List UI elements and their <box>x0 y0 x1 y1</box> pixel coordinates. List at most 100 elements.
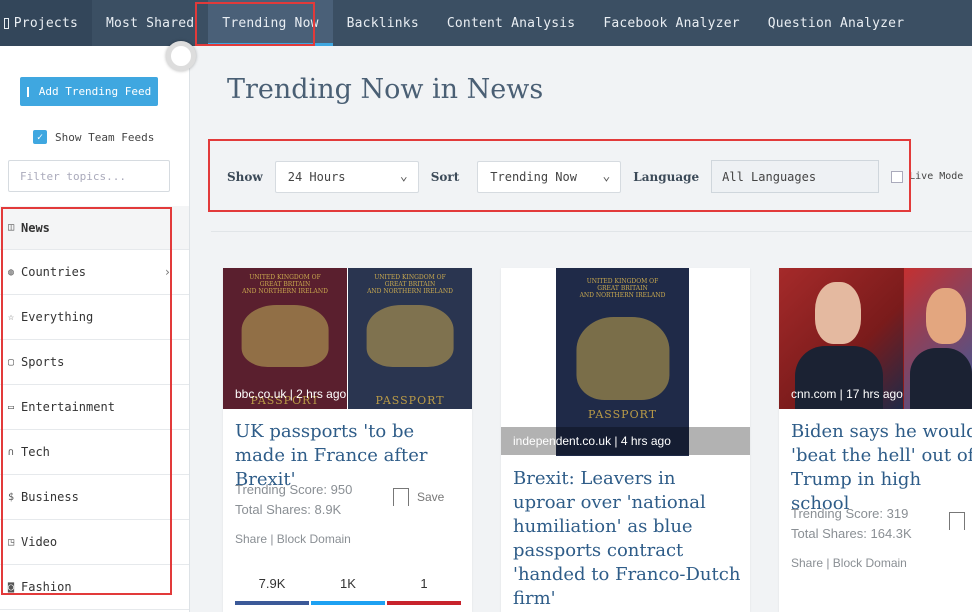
share-stats: 7.9K 1K 1 <box>235 576 463 605</box>
source-text: independent.co.uk | 4 hrs ago <box>513 434 671 448</box>
nav-most-shared[interactable]: Most Shared <box>92 0 208 46</box>
topic-fashion[interactable]: ◙ Fashion <box>0 565 189 610</box>
share-links[interactable]: Share | Block Domain <box>791 556 907 570</box>
book-icon: ◫ <box>7 222 15 233</box>
article-card[interactable]: UNITED KINGDOM OF GREAT BRITAIN AND NORTHE… <box>501 268 750 612</box>
total-shares: Total Shares: 8.9K <box>235 502 342 517</box>
live-mode-checkbox[interactable] <box>891 170 904 183</box>
total-shares: Total Shares: 164.3K <box>791 526 912 541</box>
topic-label: Tech <box>21 445 50 459</box>
main-content: Trending Now in News Show 24 Hours ⌄ Sor… <box>191 46 972 612</box>
sort-value: Trending Now <box>490 169 577 184</box>
chevron-down-icon: ⌄ <box>399 169 408 184</box>
crest-icon <box>241 304 329 367</box>
top-nav: Projects Most Shared Trending Now Backli… <box>0 0 972 46</box>
page-title: Trending Now in News <box>227 74 544 105</box>
pinterest-count: 1 <box>420 576 428 591</box>
topic-label: Fashion <box>21 580 72 594</box>
article-card[interactable]: cnn.com | 17 hrs ago Biden says he would… <box>779 268 972 612</box>
source-text: bbc.co.uk | 2 hrs ago <box>235 387 347 401</box>
bookmark-icon <box>949 512 965 530</box>
topic-countries[interactable]: ◍ Countries › <box>0 250 189 295</box>
dollar-icon: $ <box>7 491 15 503</box>
nav-trending-now[interactable]: Trending Now <box>208 0 333 46</box>
topic-label: Sports <box>21 355 65 369</box>
tv-icon: ▭ <box>7 401 15 413</box>
topic-list: ◫ News ◍ Countries › ☆ Everything ▢ Spor… <box>0 206 189 610</box>
camera-icon: ◙ <box>7 581 15 593</box>
topic-label: Countries <box>21 265 87 279</box>
nav-backlinks[interactable]: Backlinks <box>333 0 433 46</box>
twitter-bar <box>311 601 385 605</box>
language-label: Language <box>633 169 700 184</box>
chevron-right-icon: › <box>163 265 171 279</box>
language-input[interactable]: All Languages <box>711 160 880 193</box>
headphones-icon: ∩ <box>7 446 15 458</box>
passport-header-text: UNITED KINGDOM OF GREAT BRITAIN AND NORTHE… <box>242 274 328 295</box>
add-trending-feed-button[interactable]: Add Trending Feed <box>20 77 158 106</box>
ball-icon: ▢ <box>7 356 15 368</box>
trending-score: Trending Score: 319 <box>791 506 909 521</box>
sort-select[interactable]: Trending Now ⌄ <box>477 160 622 193</box>
passport-header-text: UNITED KINGDOM OF GREAT BRITAIN AND NORTHE… <box>367 274 453 295</box>
twitter-stat: 1K <box>311 576 385 605</box>
pinterest-stat: 1 <box>387 576 461 605</box>
face-shape <box>815 282 861 344</box>
save-button[interactable]: Save <box>393 488 444 506</box>
video-icon: ◳ <box>7 536 15 548</box>
topic-label: Business <box>21 490 79 504</box>
source-overlay: cnn.com | 17 hrs ago <box>779 380 972 408</box>
star-icon: ☆ <box>7 311 15 323</box>
twitter-count: 1K <box>340 576 356 591</box>
article-image[interactable]: cnn.com | 17 hrs ago <box>779 268 972 409</box>
show-select[interactable]: 24 Hours ⌄ <box>274 160 419 193</box>
facebook-bar <box>235 601 309 605</box>
article-card[interactable]: UNITED KINGDOM OF GREAT BRITAIN AND NORTHE… <box>223 268 472 612</box>
nav-content-analysis[interactable]: Content Analysis <box>433 0 589 46</box>
topic-label: Video <box>21 535 58 549</box>
nav-facebook-analyzer[interactable]: Facebook Analyzer <box>589 0 753 46</box>
source-overlay: independent.co.uk | 4 hrs ago <box>501 427 750 455</box>
sort-label: Sort <box>430 169 460 184</box>
show-team-feeds-label: Show Team Feeds <box>55 130 155 144</box>
plus-icon <box>26 86 29 97</box>
show-value: 24 Hours <box>287 169 346 184</box>
nav-projects[interactable]: Projects <box>0 0 92 46</box>
bookmark-icon <box>393 488 409 506</box>
globe-icon: ◍ <box>7 266 15 278</box>
article-image[interactable]: UNITED KINGDOM OF GREAT BRITAIN AND NORTHE… <box>501 268 750 456</box>
filter-controls: Show 24 Hours ⌄ Sort Trending Now ⌄ Lang… <box>227 160 963 193</box>
live-mode-label: Live Mode <box>909 171 964 182</box>
show-label: Show <box>227 169 263 184</box>
topic-news[interactable]: ◫ News <box>0 206 189 250</box>
topic-label: News <box>21 220 50 235</box>
topic-entertainment[interactable]: ▭ Entertainment <box>0 385 189 430</box>
trending-score: Trending Score: 950 <box>235 482 353 497</box>
topic-label: Entertainment <box>21 400 115 414</box>
facebook-count: 7.9K <box>258 576 286 591</box>
chevron-down-icon: ⌄ <box>602 169 611 184</box>
sidebar: Add Trending Feed ✓ Show Team Feeds ◫ Ne… <box>0 46 190 612</box>
show-team-feeds[interactable]: ✓ Show Team Feeds <box>33 130 154 144</box>
topic-tech[interactable]: ∩ Tech <box>0 430 189 475</box>
pinterest-bar <box>387 601 461 605</box>
topic-business[interactable]: $ Business <box>0 475 189 520</box>
crest-icon <box>575 316 670 400</box>
article-title[interactable]: Biden says he would 'beat the hell' out … <box>791 420 972 516</box>
face-shape <box>926 288 966 344</box>
article-image[interactable]: UNITED KINGDOM OF GREAT BRITAIN AND NORTHE… <box>223 268 472 409</box>
passport-word: PASSPORT <box>587 408 658 421</box>
filter-topics-input[interactable] <box>8 160 170 192</box>
nav-question-analyzer[interactable]: Question Analyzer <box>754 0 918 46</box>
topic-video[interactable]: ◳ Video <box>0 520 189 565</box>
topic-sports[interactable]: ▢ Sports <box>0 340 189 385</box>
facebook-stat: 7.9K <box>235 576 309 605</box>
topic-everything[interactable]: ☆ Everything <box>0 295 189 340</box>
source-overlay: bbc.co.uk | 2 hrs ago <box>223 380 472 408</box>
save-button[interactable] <box>949 512 972 530</box>
passport-header-text: UNITED KINGDOM OF GREAT BRITAIN AND NORTHE… <box>579 278 666 299</box>
checkbox-checked-icon[interactable]: ✓ <box>33 130 47 144</box>
share-links[interactable]: Share | Block Domain <box>235 532 351 546</box>
article-title[interactable]: Brexit: Leavers in uproar over 'national… <box>513 467 741 611</box>
divider <box>211 231 972 232</box>
